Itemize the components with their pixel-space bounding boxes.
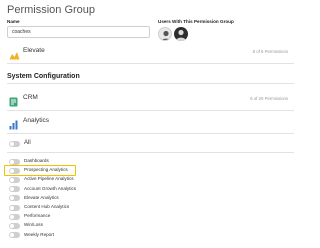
toggle-switch[interactable] [9,204,20,211]
toggle-label: All [24,139,31,146]
permission-label: Prospecting Analytics [24,167,68,173]
user-avatar-icon [161,30,171,40]
users-label: Users With This Permission Group [158,19,234,24]
avatar[interactable] [174,27,188,41]
module-row-elevate[interactable]: Elevate 8 of 6 Permissions [7,44,294,62]
permission-label: Elevate Analytics [24,194,59,200]
module-label: CRM [23,94,38,101]
module-row-analytics[interactable]: Analytics [7,114,294,132]
name-input[interactable]: coaches [7,26,150,38]
page-title: Permission Group [7,4,96,16]
toggle-switch[interactable] [9,140,20,147]
permission-label: Account Growth Analytics [24,185,77,191]
toggle-switch[interactable] [9,167,20,174]
toggle-switch[interactable] [9,195,20,202]
divider [7,83,294,84]
permission-label: Win/Loss [24,222,43,228]
name-label: Name [7,19,20,24]
avatar[interactable] [158,27,172,41]
permission-count: 8 of 6 Permissions [252,49,288,54]
permission-label: Weekly Report [24,231,55,237]
permission-label: Dashboards [24,158,49,163]
divider [7,63,294,64]
toggle-switch[interactable] [9,232,20,239]
user-avatar-icon [176,29,186,41]
permission-label: Content Hub Analytics [24,204,70,209]
toggle-switch[interactable] [9,213,20,220]
divider [7,133,294,134]
module-label: Elevate [23,47,45,54]
toggle-switch[interactable] [9,222,20,229]
toggle-switch[interactable] [9,186,20,193]
module-label: Analytics [23,117,50,124]
section-heading: System Configuration [7,73,80,80]
permission-label: Performance [24,213,51,219]
toggle-switch[interactable] [9,176,20,183]
divider [7,110,294,111]
divider [7,152,294,153]
module-row-crm[interactable]: CRM 6 of 20 Permissions [7,91,294,109]
toggle-switch[interactable] [9,158,20,165]
permission-count: 6 of 20 Permissions [250,96,288,101]
permission-label: Active Pipeline Analytics [24,176,74,182]
